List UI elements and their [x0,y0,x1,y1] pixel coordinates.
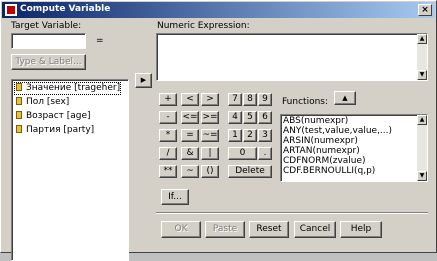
divider [156,212,428,214]
key-less[interactable]: < [181,93,199,106]
window-title: Compute Variable [20,4,111,14]
functions-list[interactable]: ABS(numexpr) ANY(test,value,value,...) A… [280,114,428,182]
target-variable-input[interactable] [11,33,86,49]
key-divide[interactable]: / [159,147,177,160]
function-item[interactable]: ARTAN(numexpr) [283,146,360,156]
variable-item-trageher[interactable]: Значение [trageher] [13,82,122,95]
key-8[interactable]: 8 [243,93,257,106]
ok-button[interactable]: OK [161,221,201,238]
key-not[interactable]: ~ [181,165,199,178]
key-greater-equal[interactable]: >= [201,111,219,124]
key-4[interactable]: 4 [228,111,242,124]
scale-variable-icon [15,111,23,120]
key-equal[interactable]: = [181,129,199,142]
key-minus[interactable]: - [159,111,177,124]
cancel-button[interactable]: Cancel [294,221,336,238]
variable-list[interactable]: Значение [trageher] Пол [sex] Возраст [a… [11,79,129,261]
function-item[interactable]: CDF.BERNOULLI(q,p) [283,166,375,176]
scroll-down-icon[interactable]: ▼ [417,70,427,80]
key-decimal[interactable]: . [258,147,272,160]
equals-sign: = [96,36,104,46]
numeric-expression-input[interactable]: ▲ ▼ [156,33,428,81]
app-icon [5,4,17,16]
key-7[interactable]: 7 [228,93,242,106]
scroll-up-icon[interactable]: ▲ [417,115,427,125]
key-2[interactable]: 2 [243,129,257,142]
variable-item-age[interactable]: Возраст [age] [15,111,91,122]
key-9[interactable]: 9 [258,93,272,106]
key-multiply[interactable]: * [159,129,177,142]
key-power[interactable]: ** [159,165,177,178]
title-bar[interactable]: Compute Variable × [2,2,435,18]
close-button[interactable]: × [418,4,432,16]
type-label-button[interactable]: Type & Label... [11,54,86,70]
key-6[interactable]: 6 [258,111,272,124]
function-item[interactable]: ARSIN(numexpr) [283,136,358,146]
move-to-expression-button[interactable]: ▶ [135,73,152,88]
expression-scrollbar[interactable]: ▲ ▼ [417,34,427,80]
functions-scrollbar[interactable]: ▲ ▼ [417,115,427,181]
key-1[interactable]: 1 [228,129,242,142]
reset-button[interactable]: Reset [249,221,289,238]
key-plus[interactable]: + [159,93,177,106]
key-less-equal[interactable]: <= [181,111,199,124]
function-item[interactable]: ANY(test,value,value,...) [283,126,392,136]
function-item[interactable]: CDFNORM(zvalue) [283,156,366,166]
scale-variable-icon [15,83,23,92]
target-variable-label: Target Variable: [11,21,82,31]
key-0[interactable]: 0 [228,147,257,160]
compute-variable-dialog: Compute Variable × Target Variable: = Ty… [0,0,437,261]
scale-variable-icon [15,125,23,134]
key-or[interactable]: | [201,147,219,160]
key-5[interactable]: 5 [243,111,257,124]
if-button[interactable]: If... [161,189,189,205]
variable-item-sex[interactable]: Пол [sex] [15,97,69,108]
paste-function-button[interactable]: ▲ [334,91,356,105]
key-greater[interactable]: > [201,93,219,106]
functions-label: Functions: [282,97,329,107]
key-parentheses[interactable]: () [201,165,219,178]
variable-item-party[interactable]: Партия [party] [15,125,94,136]
scale-variable-icon [15,97,23,106]
function-item[interactable]: ABS(numexpr) [283,116,348,126]
key-and[interactable]: & [181,147,199,160]
numeric-expression-label: Numeric Expression: [157,21,250,31]
help-button[interactable]: Help [340,221,382,238]
scroll-down-icon[interactable]: ▼ [417,171,427,181]
key-not-equal[interactable]: ~= [201,129,219,142]
paste-button[interactable]: Paste [205,221,245,238]
scroll-up-icon[interactable]: ▲ [417,34,427,44]
key-3[interactable]: 3 [258,129,272,142]
key-delete[interactable]: Delete [228,165,272,178]
